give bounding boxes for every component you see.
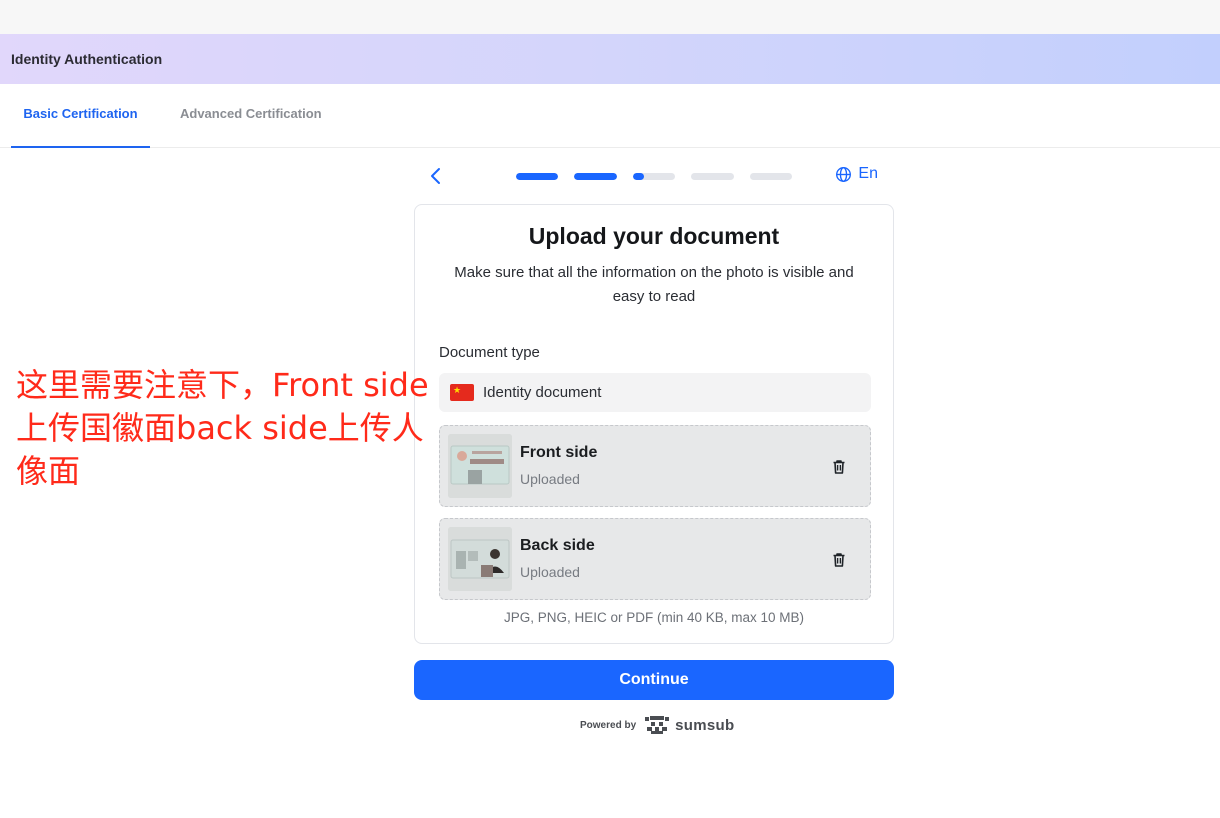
back-side-label: Back side	[520, 537, 595, 554]
page-header: Identity Authentication	[0, 34, 1220, 84]
back-arrow-icon[interactable]	[424, 164, 448, 188]
back-side-upload[interactable]: Back side Uploaded	[439, 518, 871, 600]
front-side-label: Front side	[520, 444, 598, 461]
progress-step	[516, 173, 558, 180]
powered-by-label: Powered by	[580, 719, 637, 731]
header-title: Identity Authentication	[11, 51, 163, 67]
back-side-status: Uploaded	[520, 564, 580, 580]
progress-step	[633, 173, 675, 180]
language-selector[interactable]: En	[835, 165, 878, 183]
card-subtitle: Make sure that all the information on th…	[454, 264, 854, 305]
annotation-note: 这里需要注意下，Front side上传国徽面back side上传人像面	[16, 366, 429, 490]
progress-step-fill	[574, 173, 617, 180]
continue-button[interactable]: Continue	[414, 660, 894, 700]
sumsub-brand: sumsub	[644, 716, 734, 734]
front-side-upload[interactable]: Front side Uploaded	[439, 425, 871, 507]
china-flag-icon: ★	[450, 384, 474, 401]
progress-step	[750, 173, 792, 180]
globe-icon	[836, 166, 852, 182]
sumsub-logo-icon	[645, 716, 670, 734]
upload-card: Upload your document Make sure that all …	[414, 204, 894, 644]
language-label: En	[858, 165, 878, 182]
progress-step-fill	[516, 173, 558, 180]
trash-icon[interactable]	[830, 458, 848, 476]
sumsub-brand-text: sumsub	[675, 716, 735, 734]
document-type-value: Identity document	[483, 384, 602, 401]
certification-tabs: Basic Certification Advanced Certificati…	[0, 84, 1220, 148]
tab-advanced-certification[interactable]: Advanced Certification	[180, 84, 322, 148]
front-side-status: Uploaded	[520, 471, 580, 487]
document-type-label: Document type	[439, 344, 540, 361]
back-side-thumbnail	[448, 527, 512, 591]
file-format-hint: JPG, PNG, HEIC or PDF (min 40 KB, max 10…	[503, 610, 805, 625]
tab-basic-certification[interactable]: Basic Certification	[11, 84, 150, 148]
document-type-select[interactable]: ★ Identity document	[439, 373, 871, 412]
browser-top-strip	[0, 0, 1220, 34]
progress-stepper: En	[414, 160, 894, 192]
front-side-thumbnail	[448, 434, 512, 498]
trash-icon[interactable]	[830, 551, 848, 569]
progress-step	[574, 173, 617, 180]
progress-step	[691, 173, 734, 180]
progress-step-fill	[633, 173, 644, 180]
powered-by-footer: Powered by sumsub	[580, 716, 734, 734]
card-title: Upload your document	[528, 223, 780, 249]
